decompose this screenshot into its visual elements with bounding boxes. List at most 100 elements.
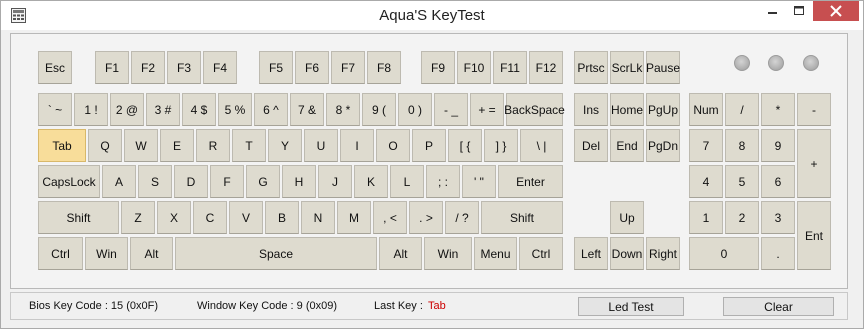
key-f1[interactable]: F1	[95, 51, 129, 84]
key-g[interactable]: G	[246, 165, 280, 198]
key-r[interactable]: R	[196, 129, 230, 162]
key-backspace[interactable]: BackSpace	[504, 93, 565, 126]
key-q[interactable]: Q	[88, 129, 122, 162]
key-prtsc[interactable]: Prtsc	[574, 51, 608, 84]
key-k[interactable]: K	[354, 165, 388, 198]
key-right[interactable]: Right	[646, 237, 680, 270]
key-space[interactable]: Space	[175, 237, 377, 270]
key-pause[interactable]: Pause	[646, 51, 680, 84]
key-e[interactable]: E	[160, 129, 194, 162]
key-tab[interactable]: Tab	[38, 129, 86, 162]
key-up[interactable]: Up	[610, 201, 644, 234]
key-f7[interactable]: F7	[331, 51, 365, 84]
key-left-alt[interactable]: Alt	[130, 237, 173, 270]
key-left-win[interactable]: Win	[85, 237, 128, 270]
key-h[interactable]: H	[282, 165, 316, 198]
key-7[interactable]: 7 &	[290, 93, 324, 126]
key-numpad-5[interactable]: 5	[725, 165, 759, 198]
key-numpad-9[interactable]: 9	[761, 129, 795, 162]
maximize-button[interactable]	[786, 1, 812, 21]
key-right-shift[interactable]: Shift	[481, 201, 563, 234]
key-1[interactable]: 1 !	[74, 93, 108, 126]
key-numpad-8[interactable]: 8	[725, 129, 759, 162]
key-numpad-0[interactable]: 0	[689, 237, 759, 270]
key-6[interactable]: 6 ^	[254, 93, 288, 126]
key-j[interactable]: J	[318, 165, 352, 198]
key-left[interactable]: Left	[574, 237, 608, 270]
key-s[interactable]: S	[138, 165, 172, 198]
key-capslock[interactable]: CapsLock	[38, 165, 100, 198]
key-minus[interactable]: - _	[434, 93, 468, 126]
key-period[interactable]: . >	[409, 201, 443, 234]
key-i[interactable]: I	[340, 129, 374, 162]
key-menu[interactable]: Menu	[474, 237, 517, 270]
key-numpad-2[interactable]: 2	[725, 201, 759, 234]
key-x[interactable]: X	[157, 201, 191, 234]
key-ins[interactable]: Ins	[574, 93, 608, 126]
key-scrlk[interactable]: ScrLk	[610, 51, 644, 84]
key-9[interactable]: 9 (	[362, 93, 396, 126]
key-left-ctrl[interactable]: Ctrl	[38, 237, 83, 270]
key-w[interactable]: W	[124, 129, 158, 162]
key-semicolon[interactable]: ; :	[426, 165, 460, 198]
key-pgup[interactable]: PgUp	[646, 93, 680, 126]
key-f3[interactable]: F3	[167, 51, 201, 84]
key-b[interactable]: B	[265, 201, 299, 234]
key-y[interactable]: Y	[268, 129, 302, 162]
key-left-bracket[interactable]: [ {	[448, 129, 482, 162]
key-f9[interactable]: F9	[421, 51, 455, 84]
key-4[interactable]: 4 $	[182, 93, 216, 126]
key-right-win[interactable]: Win	[424, 237, 472, 270]
key-5[interactable]: 5 %	[218, 93, 252, 126]
key-f10[interactable]: F10	[457, 51, 491, 84]
key-esc[interactable]: Esc	[38, 51, 72, 84]
key-2[interactable]: 2 @	[110, 93, 144, 126]
key-numpad-multiply[interactable]: *	[761, 93, 795, 126]
key-p[interactable]: P	[412, 129, 446, 162]
close-button[interactable]	[813, 1, 859, 21]
key-backtick[interactable]: ` ~	[38, 93, 72, 126]
key-numpad-1[interactable]: 1	[689, 201, 723, 234]
key-u[interactable]: U	[304, 129, 338, 162]
key-d[interactable]: D	[174, 165, 208, 198]
key-f8[interactable]: F8	[367, 51, 401, 84]
key-numpad-subtract[interactable]: -	[797, 93, 831, 126]
key-enter[interactable]: Enter	[498, 165, 563, 198]
key-numpad-divide[interactable]: /	[725, 93, 759, 126]
key-numpad-6[interactable]: 6	[761, 165, 795, 198]
key-8[interactable]: 8 *	[326, 93, 360, 126]
key-pgdn[interactable]: PgDn	[646, 129, 680, 162]
key-equals[interactable]: + =	[470, 93, 504, 126]
key-m[interactable]: M	[337, 201, 371, 234]
key-f11[interactable]: F11	[493, 51, 527, 84]
key-o[interactable]: O	[376, 129, 410, 162]
key-numpad-decimal[interactable]: .	[761, 237, 795, 270]
key-f[interactable]: F	[210, 165, 244, 198]
key-comma[interactable]: , <	[373, 201, 407, 234]
key-n[interactable]: N	[301, 201, 335, 234]
key-backslash[interactable]: \ |	[520, 129, 563, 162]
key-home[interactable]: Home	[610, 93, 644, 126]
clear-button[interactable]: Clear	[723, 297, 834, 316]
key-f5[interactable]: F5	[259, 51, 293, 84]
key-c[interactable]: C	[193, 201, 227, 234]
key-down[interactable]: Down	[610, 237, 644, 270]
key-quote[interactable]: ' "	[462, 165, 496, 198]
key-l[interactable]: L	[390, 165, 424, 198]
key-numpad-7[interactable]: 7	[689, 129, 723, 162]
key-f12[interactable]: F12	[529, 51, 563, 84]
key-t[interactable]: T	[232, 129, 266, 162]
key-right-bracket[interactable]: ] }	[484, 129, 518, 162]
key-v[interactable]: V	[229, 201, 263, 234]
key-numpad-enter[interactable]: Ent	[797, 201, 831, 270]
key-numpad-add[interactable]: +	[797, 129, 831, 198]
led-test-button[interactable]: Led Test	[578, 297, 684, 316]
key-slash[interactable]: / ?	[445, 201, 479, 234]
key-right-alt[interactable]: Alt	[379, 237, 422, 270]
key-left-shift[interactable]: Shift	[38, 201, 119, 234]
key-0[interactable]: 0 )	[398, 93, 432, 126]
key-f6[interactable]: F6	[295, 51, 329, 84]
key-f2[interactable]: F2	[131, 51, 165, 84]
key-f4[interactable]: F4	[203, 51, 237, 84]
key-numlock[interactable]: Num	[689, 93, 723, 126]
